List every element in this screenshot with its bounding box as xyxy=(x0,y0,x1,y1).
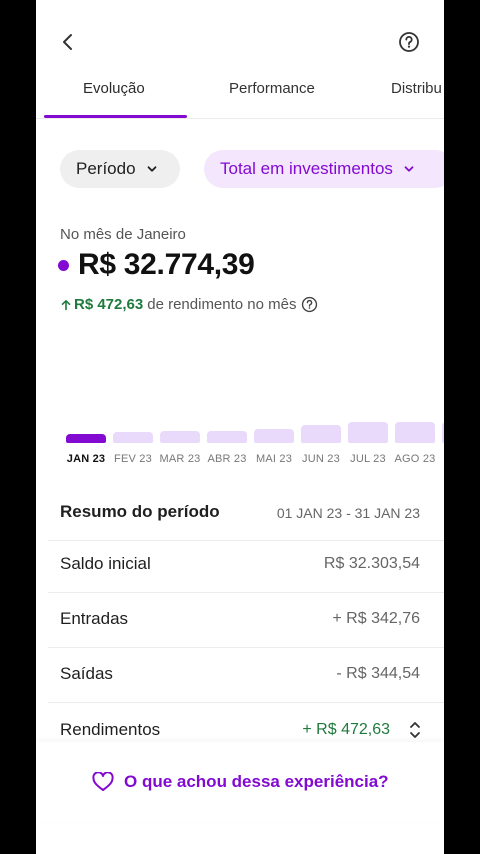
period-summary-header: Resumo do período 01 JAN 23 - 31 JAN 23 xyxy=(48,485,444,541)
balance-row: R$ 32.774,39 xyxy=(58,248,255,282)
chart-x-label[interactable]: MAI 23 xyxy=(249,453,299,465)
chart-bar-ago-23[interactable] xyxy=(395,422,435,443)
evolution-bar-chart: JAN 23 FEV 23 MAR 23 ABR 23 MAI 23 JUN 23 JUL … xyxy=(36,390,444,470)
chart-x-label[interactable]: FEV 23 xyxy=(108,453,158,465)
balance-dot-icon xyxy=(58,259,69,271)
summary-row-label: Saldo inicial xyxy=(60,554,151,573)
summary-row-saldo-inicial: Saldo inicial R$ 32.303,54 xyxy=(48,537,444,593)
chevron-left-icon xyxy=(63,34,72,50)
summary-row-value: + R$ 472,63 xyxy=(302,721,390,738)
chart-x-label[interactable]: ABR 23 xyxy=(202,453,252,465)
arrow-up-icon xyxy=(61,299,71,310)
summary-row-value: + R$ 342,76 xyxy=(332,610,420,627)
chart-x-label[interactable]: MAR 23 xyxy=(155,453,205,465)
back-button[interactable] xyxy=(52,26,84,58)
chart-bar-s[interactable] xyxy=(442,422,444,443)
feedback-footer: O que achou dessa experiência? xyxy=(36,742,444,822)
feedback-button[interactable]: O que achou dessa experiência? xyxy=(92,772,389,792)
investment-filter-chip[interactable]: Total em investimentos xyxy=(204,150,444,188)
summary-row-label: Saídas xyxy=(60,664,113,683)
month-label: No mês de Janeiro xyxy=(60,226,186,243)
tab-distribuicao[interactable]: Distribu xyxy=(391,80,442,97)
period-summary-title: Resumo do período xyxy=(60,502,220,521)
help-button[interactable] xyxy=(393,26,425,58)
month-balance: R$ 32.774,39 xyxy=(78,248,255,281)
chart-bar-mai-23[interactable] xyxy=(254,429,294,443)
heart-icon xyxy=(92,772,114,792)
tabs-divider xyxy=(36,118,444,119)
period-filter-label: Período xyxy=(76,159,136,178)
tab-bar: Evolução Performance Distribu xyxy=(36,70,444,118)
investments-screen: Evolução Performance Distribu Período To… xyxy=(36,0,444,854)
summary-row-saidas: Saídas - R$ 344,54 xyxy=(48,647,444,703)
question-circle-icon xyxy=(399,32,419,52)
yield-row: R$ 472,63 de rendimento no mês xyxy=(60,296,318,313)
summary-row-label: Entradas xyxy=(60,609,129,628)
chevron-down-icon xyxy=(403,163,415,175)
period-filter-chip[interactable]: Período xyxy=(60,150,180,188)
chart-bar-jun-23[interactable] xyxy=(301,424,341,443)
chart-x-label[interactable]: JUL 23 xyxy=(343,453,393,465)
chart-x-label[interactable]: JUN 23 xyxy=(296,453,346,465)
chart-bar-mar-23[interactable] xyxy=(160,431,200,443)
chart-x-label[interactable]: AGO 23 xyxy=(390,453,440,465)
summary-row-value: R$ 32.303,54 xyxy=(323,555,420,572)
chevron-down-icon xyxy=(146,163,158,175)
chart-x-label[interactable]: JAN 23 xyxy=(61,453,111,465)
question-circle-icon[interactable] xyxy=(301,296,318,313)
chart-x-label[interactable]: S xyxy=(437,453,444,465)
feedback-label: O que achou dessa experiência? xyxy=(124,772,389,791)
investment-filter-label: Total em investimentos xyxy=(220,159,393,178)
period-range: 01 JAN 23 - 31 JAN 23 xyxy=(276,505,420,521)
tab-evolucao[interactable]: Evolução xyxy=(83,80,145,97)
chart-bar-jul-23[interactable] xyxy=(348,422,388,443)
chart-bar-abr-23[interactable] xyxy=(207,430,247,443)
yield-suffix: de rendimento no mês xyxy=(147,296,297,313)
tab-performance[interactable]: Performance xyxy=(229,80,315,97)
yield-value: R$ 472,63 xyxy=(74,296,144,313)
summary-row-entradas: Entradas + R$ 342,76 xyxy=(48,592,444,648)
chart-bar-fev-23[interactable] xyxy=(113,432,153,443)
summary-row-label: Rendimentos xyxy=(60,720,161,739)
chart-bar-jan-23[interactable] xyxy=(66,433,106,443)
summary-row-value: - R$ 344,54 xyxy=(336,665,420,682)
